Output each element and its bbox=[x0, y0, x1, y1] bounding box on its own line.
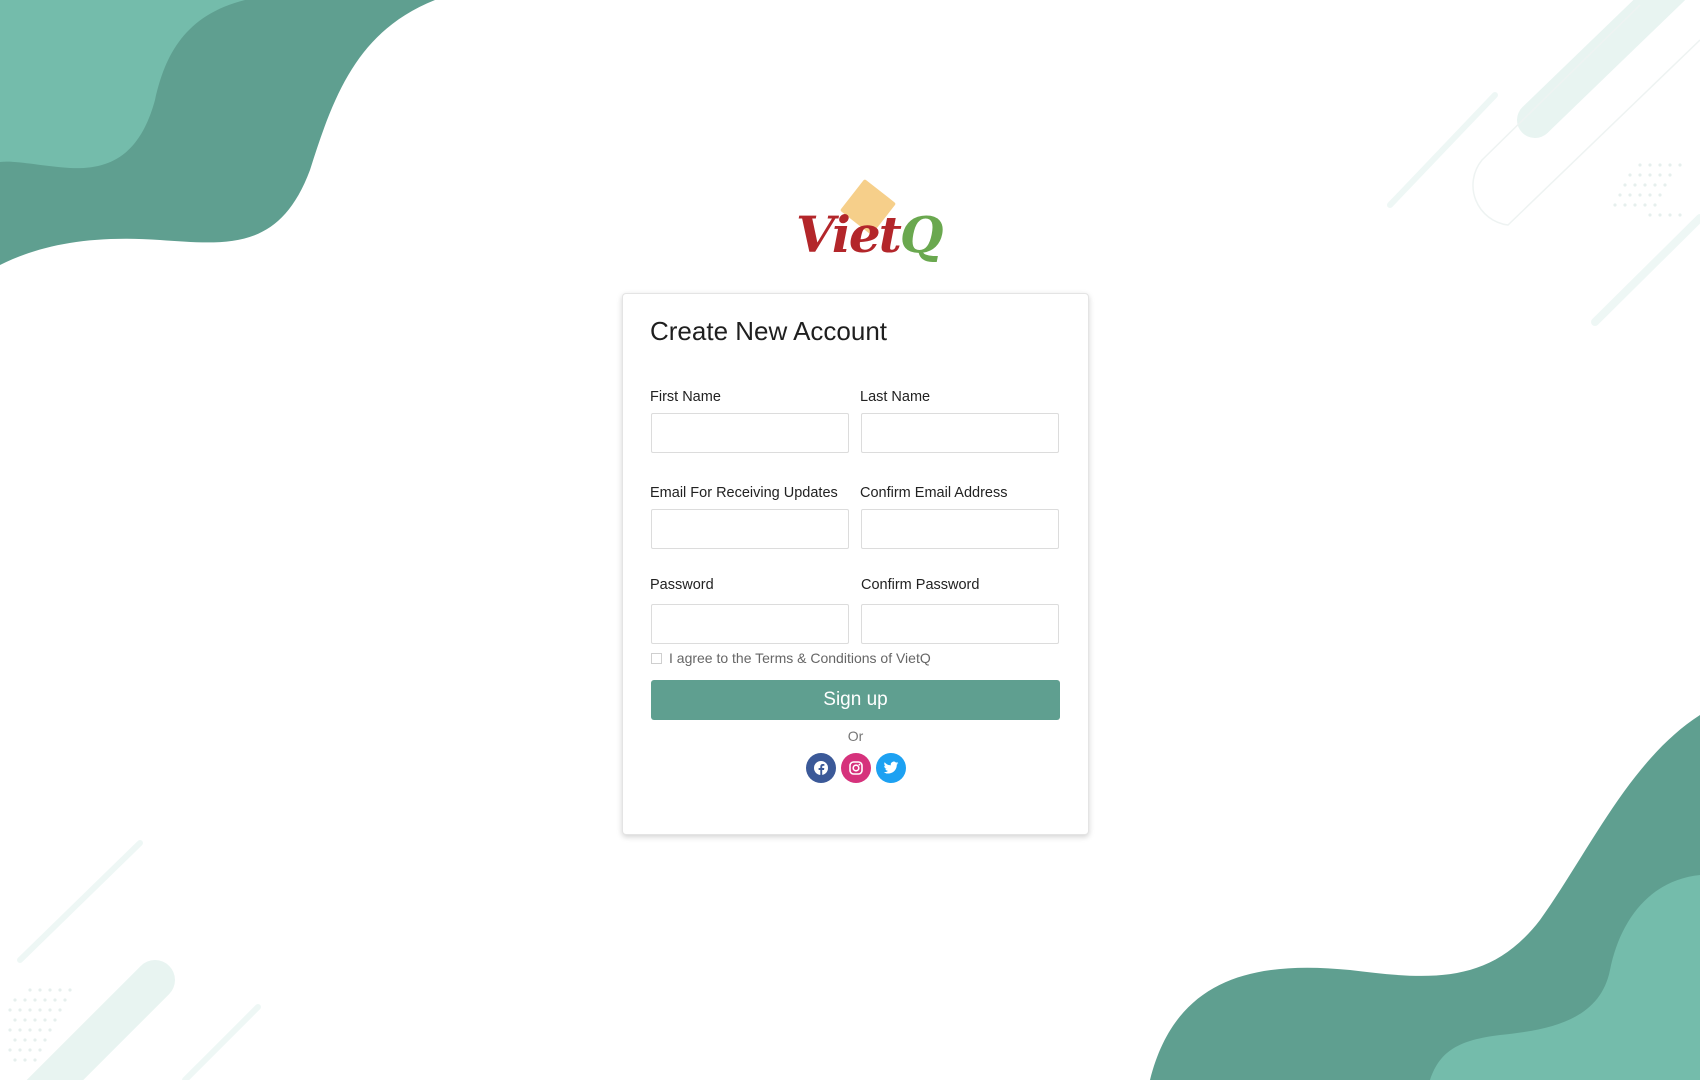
terms-label[interactable]: I agree to the Terms & Conditions of Vie… bbox=[669, 650, 931, 666]
first-name-input[interactable] bbox=[651, 413, 849, 453]
last-name-label: Last Name bbox=[860, 389, 931, 405]
email-input[interactable] bbox=[651, 509, 849, 549]
vietq-logo: VietQ bbox=[790, 178, 943, 270]
confirm-password-label: Confirm Password bbox=[861, 577, 980, 593]
twitter-icon bbox=[883, 761, 899, 774]
facebook-login-button[interactable] bbox=[806, 753, 836, 783]
terms-row: I agree to the Terms & Conditions of Vie… bbox=[651, 650, 931, 666]
email-label: Email For Receiving Updates bbox=[650, 485, 838, 501]
instagram-icon bbox=[849, 761, 863, 775]
form-title: Create New Account bbox=[650, 316, 888, 346]
twitter-login-button[interactable] bbox=[876, 753, 906, 783]
or-divider-text: Or bbox=[847, 728, 864, 744]
password-label: Password bbox=[650, 577, 714, 593]
social-login-group bbox=[806, 753, 906, 783]
facebook-icon bbox=[814, 761, 828, 776]
instagram-login-button[interactable] bbox=[841, 753, 871, 783]
signup-card: Create New Account First Name Last Name … bbox=[622, 293, 1089, 835]
password-input[interactable] bbox=[651, 604, 849, 644]
last-name-input[interactable] bbox=[861, 413, 1059, 453]
confirm-password-input[interactable] bbox=[861, 604, 1059, 644]
confirm-email-input[interactable] bbox=[861, 509, 1059, 549]
first-name-label: First Name bbox=[650, 389, 721, 405]
signup-button[interactable]: Sign up bbox=[651, 680, 1060, 720]
logo-wordmark: VietQ bbox=[796, 205, 944, 264]
logo-text-q: Q bbox=[899, 205, 944, 264]
logo-text: Viet bbox=[796, 205, 902, 264]
terms-checkbox[interactable] bbox=[651, 652, 662, 664]
confirm-email-label: Confirm Email Address bbox=[860, 485, 1008, 501]
